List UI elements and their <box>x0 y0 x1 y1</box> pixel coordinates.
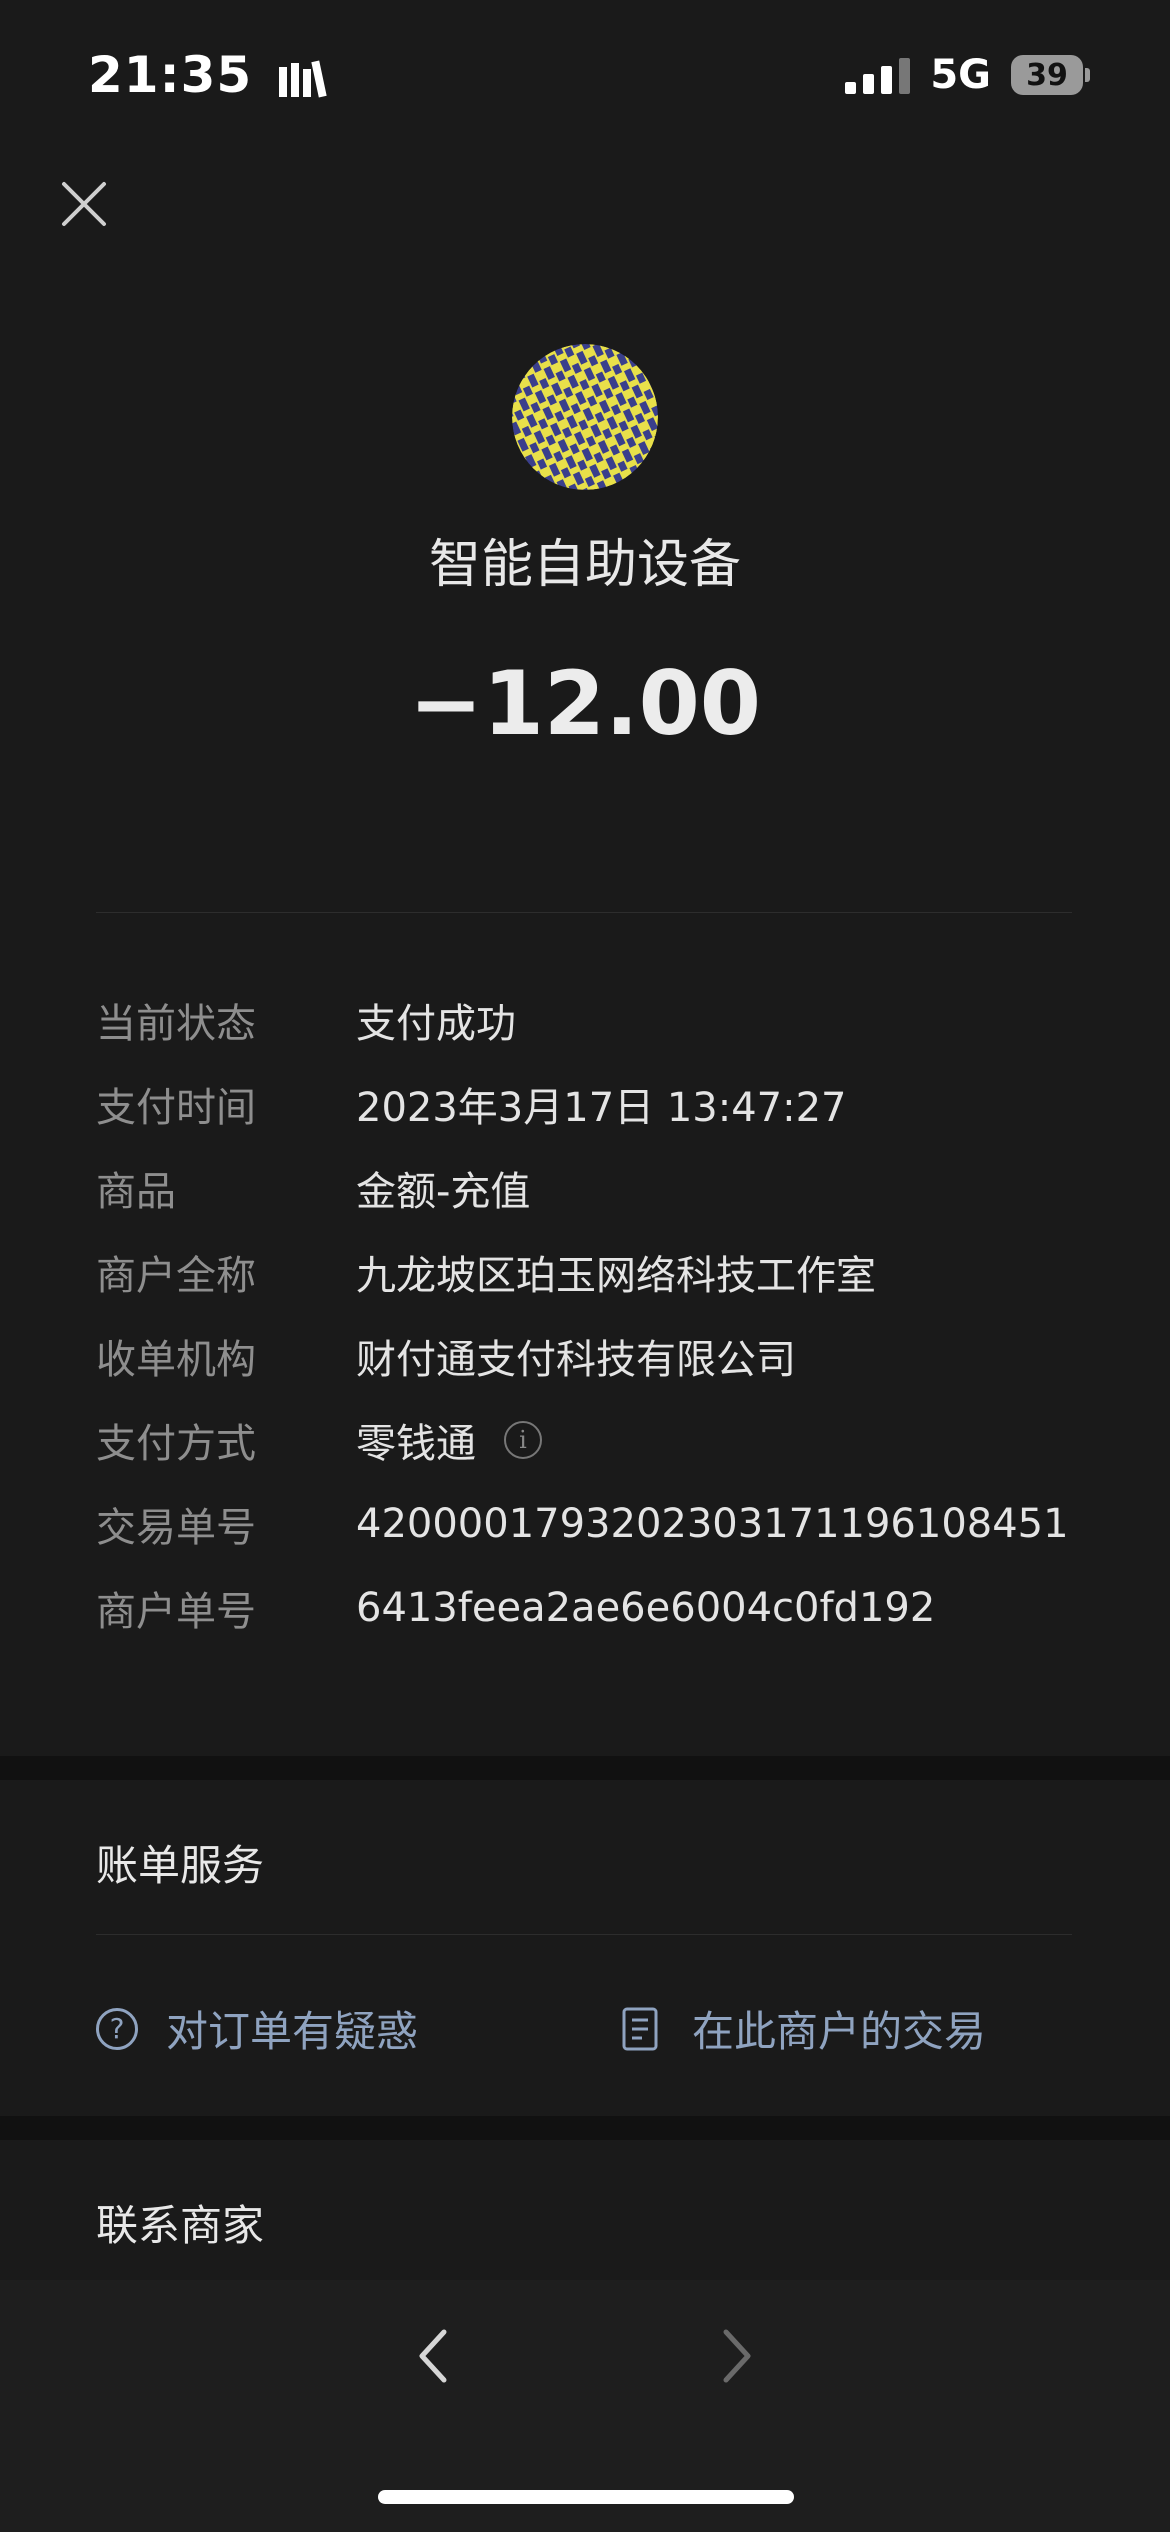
detail-value: 零钱通 i <box>356 1411 542 1469</box>
merchant-title: 智能自助设备 <box>428 535 741 595</box>
detail-value: 支付成功 <box>356 1001 516 1047</box>
detail-label: 交易单号 <box>96 1505 256 1551</box>
merchant-transactions-link[interactable]: 在此商户的交易 <box>622 1998 986 2059</box>
divider <box>96 1934 1072 1935</box>
divider <box>96 912 1072 913</box>
section-separator <box>0 2116 1170 2140</box>
pay-method-text: 零钱通 <box>356 1421 476 1467</box>
section-separator <box>0 1756 1170 1780</box>
detail-row-status: 当前状态 支付成功 <box>96 978 1086 1062</box>
cellular-signal-icon <box>845 56 911 94</box>
detail-value: 九龙坡区珀玉网络科技工作室 <box>356 1253 876 1299</box>
detail-label: 商户全称 <box>96 1253 256 1299</box>
battery-level: 39 <box>1011 55 1083 95</box>
order-question-label: 对订单有疑惑 <box>166 2007 419 2056</box>
close-icon[interactable] <box>60 180 108 228</box>
status-time: 21:35 <box>88 46 329 104</box>
detail-value[interactable]: 4200001793202303171196108451 <box>356 1501 1069 1547</box>
detail-row-pay-time: 支付时间 2023年3月17日 13:47:27 <box>96 1062 1086 1146</box>
detail-label: 收单机构 <box>96 1337 256 1383</box>
detail-row-merchant-order-id: 商户单号 6413feea2ae6e6004c0fd192 <box>96 1566 1086 1650</box>
detail-row-product: 商品 金额-充值 <box>96 1146 1086 1230</box>
detail-row-pay-method: 支付方式 零钱通 i <box>96 1398 1086 1482</box>
bill-service-title: 账单服务 <box>96 1841 265 1890</box>
detail-row-merchant-name: 商户全称 九龙坡区珀玉网络科技工作室 <box>96 1230 1086 1314</box>
contact-merchant-title[interactable]: 联系商家 <box>96 2192 264 2253</box>
battery-icon: 39 <box>1011 55 1090 95</box>
info-icon[interactable]: i <box>504 1421 542 1459</box>
merchant-avatar <box>512 344 658 490</box>
detail-label: 支付方式 <box>96 1421 256 1467</box>
forward-arrow-icon[interactable] <box>720 2326 756 2386</box>
merchant-transactions-label: 在此商户的交易 <box>692 2007 987 2056</box>
books-icon <box>278 60 327 97</box>
detail-label: 支付时间 <box>96 1085 256 1131</box>
home-indicator[interactable] <box>378 2490 794 2504</box>
detail-label: 商品 <box>96 1169 176 1215</box>
detail-value: 财付通支付科技有限公司 <box>356 1337 796 1383</box>
document-icon <box>622 2007 658 2050</box>
detail-label: 商户单号 <box>96 1589 256 1635</box>
detail-label: 当前状态 <box>96 1001 256 1047</box>
transaction-amount: −12.00 <box>408 652 762 755</box>
detail-row-acquirer: 收单机构 财付通支付科技有限公司 <box>96 1314 1086 1398</box>
order-question-link[interactable]: ? 对订单有疑惑 <box>96 1998 418 2059</box>
network-type: 5G <box>930 52 991 98</box>
detail-row-transaction-id: 交易单号 4200001793202303171196108451 <box>96 1482 1086 1566</box>
status-indicators: 5G 39 <box>845 52 1090 98</box>
detail-value: 金额-充值 <box>356 1169 531 1215</box>
question-icon: ? <box>96 2007 138 2050</box>
detail-value[interactable]: 6413feea2ae6e6004c0fd192 <box>356 1585 935 1631</box>
back-arrow-icon[interactable] <box>414 2326 450 2386</box>
detail-value: 2023年3月17日 13:47:27 <box>356 1085 847 1131</box>
